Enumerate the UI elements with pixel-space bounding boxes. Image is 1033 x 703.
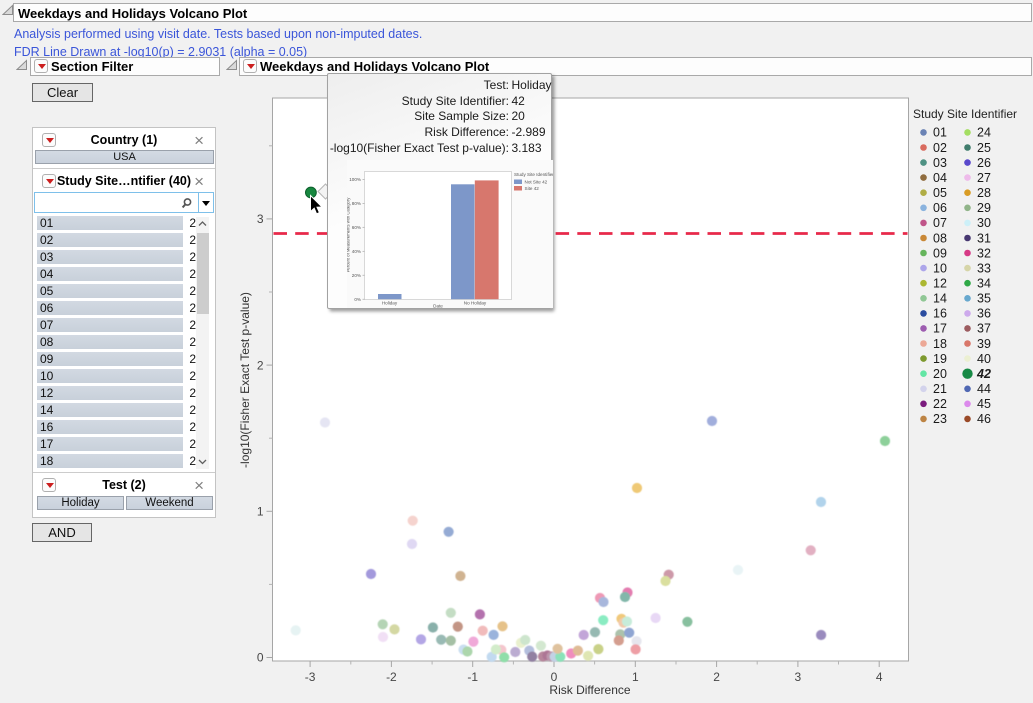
svg-text:40%: 40% [352,248,361,253]
svg-text:32: 32 [977,246,991,260]
svg-text:20%: 20% [352,272,361,277]
svg-text:22: 22 [933,397,947,411]
svg-text:01: 01 [933,126,947,140]
svg-text:02: 02 [933,141,947,155]
svg-text:100%: 100% [349,176,361,181]
svg-text:-log10(Fisher Exact Test p-val: -log10(Fisher Exact Test p-value) [238,292,252,468]
svg-text:34: 34 [977,277,991,291]
svg-text:60%: 60% [352,224,361,229]
svg-text:0: 0 [257,651,264,665]
svg-text:80%: 80% [352,200,361,205]
svg-text:39: 39 [977,337,991,351]
svg-text:44: 44 [977,382,991,396]
svg-text:21: 21 [933,382,947,396]
svg-text:33: 33 [977,261,991,275]
svg-text:2: 2 [257,358,264,372]
svg-text:04: 04 [933,171,947,185]
svg-text:20: 20 [933,367,947,381]
svg-text:42: 42 [976,367,991,381]
svg-text:17: 17 [933,322,947,336]
svg-text:Study Site Identifier: Study Site Identifier [514,172,553,177]
svg-text:26: 26 [977,156,991,170]
svg-text:12: 12 [933,277,947,291]
svg-text:18: 18 [933,337,947,351]
svg-text:40: 40 [977,352,991,366]
svg-text:31: 31 [977,231,991,245]
svg-text:23: 23 [933,412,947,426]
svg-text:08: 08 [933,231,947,245]
svg-text:0%: 0% [354,296,361,301]
svg-text:28: 28 [977,186,991,200]
svg-text:27: 27 [977,171,991,185]
svg-text:Site 42: Site 42 [525,186,540,191]
svg-text:07: 07 [933,216,947,230]
svg-text:2: 2 [713,670,720,684]
svg-text:1: 1 [257,505,264,519]
svg-text:-3: -3 [305,670,316,684]
svg-text:03: 03 [933,156,947,170]
svg-text:45: 45 [977,397,991,411]
svg-text:36: 36 [977,307,991,321]
svg-text:1: 1 [632,670,639,684]
svg-text:3: 3 [257,212,264,226]
svg-text:-2: -2 [386,670,397,684]
svg-text:09: 09 [933,246,947,260]
svg-text:4: 4 [876,670,883,684]
svg-text:10: 10 [933,261,947,275]
svg-text:19: 19 [933,352,947,366]
svg-text:25: 25 [977,141,991,155]
svg-text:30: 30 [977,216,991,230]
svg-text:46: 46 [977,412,991,426]
svg-text:Percent of Measurements with C: Percent of Measurements with Category [347,196,351,272]
svg-text:Study Site Identifier: Study Site Identifier [913,107,1017,121]
svg-text:Risk Difference: Risk Difference [549,683,630,697]
svg-text:16: 16 [933,307,947,321]
svg-text:Holiday: Holiday [382,300,398,305]
svg-text:No Holiday: No Holiday [464,300,487,305]
svg-text:Date: Date [433,303,443,308]
svg-text:06: 06 [933,201,947,215]
svg-text:24: 24 [977,126,991,140]
svg-text:-1: -1 [467,670,478,684]
svg-text:3: 3 [795,670,802,684]
svg-text:14: 14 [933,292,947,306]
svg-text:37: 37 [977,322,991,336]
svg-text:0: 0 [551,670,558,684]
svg-text:29: 29 [977,201,991,215]
svg-text:35: 35 [977,292,991,306]
svg-text:05: 05 [933,186,947,200]
svg-text:Not Site 42: Not Site 42 [525,179,548,184]
